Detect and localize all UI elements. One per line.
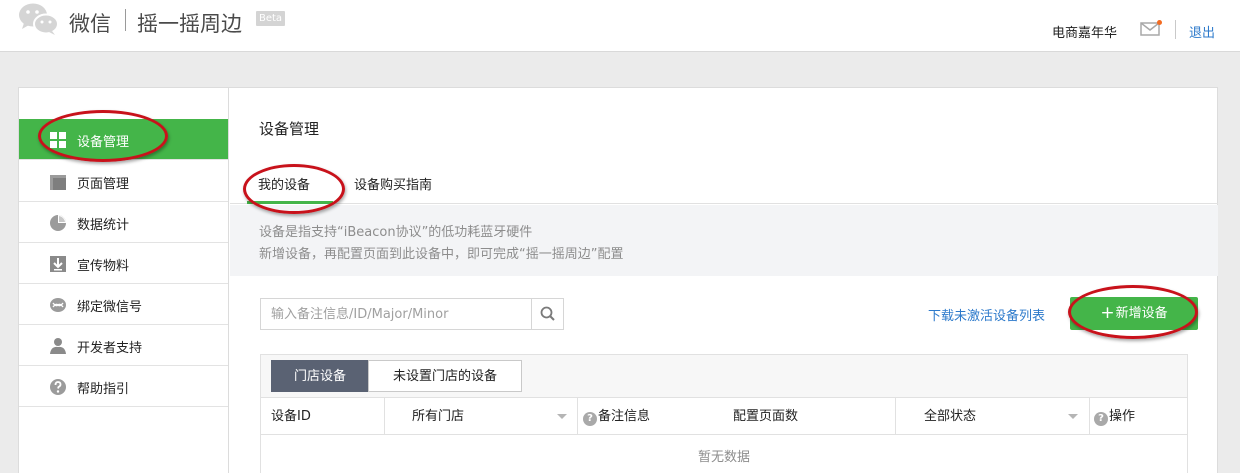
search-input[interactable] <box>261 299 531 329</box>
chevron-down-icon[interactable] <box>1068 414 1078 419</box>
column-divider <box>577 398 578 435</box>
sidebar-item-label: 帮助指引 <box>77 382 130 397</box>
beta-badge: Beta <box>256 11 286 26</box>
column-divider <box>384 398 385 435</box>
sidebar-item-bind-wechat[interactable]: 绑定微信号 <box>19 284 228 325</box>
notice-line-2: 新增设备，再配置页面到此设备中，即可完成“摇一摇周边”配置 <box>259 247 624 262</box>
content-container: 设备管理 页面管理 数据统计 宣传物料 绑定微信号 开发者支持 帮助指引 设备管… <box>18 87 1218 473</box>
sidebar-item-label: 绑定微信号 <box>77 300 143 315</box>
search-box <box>260 298 564 330</box>
logout-link[interactable]: 退出 <box>1189 22 1215 41</box>
main-content: 设备管理 我的设备 设备购买指南 设备是指支持“iBeacon协议”的低功耗蓝牙… <box>230 88 1218 473</box>
tab-purchase-guide[interactable]: 设备购买指南 <box>354 174 432 193</box>
sidebar-item-page-management[interactable]: 页面管理 <box>19 161 228 202</box>
column-remark: ? 备注信息 <box>583 398 650 435</box>
notice-line-1: 设备是指支持“iBeacon协议”的低功耗蓝牙硬件 <box>259 225 533 240</box>
sidebar-item-statistics[interactable]: 数据统计 <box>19 202 228 243</box>
download-icon <box>50 256 66 272</box>
column-actions-label: 操作 <box>1109 409 1136 424</box>
wechat-logo-icon <box>19 3 59 35</box>
mail-icon[interactable] <box>1140 20 1162 36</box>
tab-my-devices[interactable]: 我的设备 <box>258 174 310 193</box>
device-table-panel: 门店设备 未设置门店的设备 设备ID 所有门店 ? 备注信息 配置页面数 全部状态… <box>260 354 1188 473</box>
user-icon <box>50 338 66 354</box>
download-inactive-devices-link[interactable]: 下载未激活设备列表 <box>928 305 1045 324</box>
sidebar-item-label: 开发者支持 <box>77 341 143 356</box>
chevron-down-icon[interactable] <box>557 414 567 419</box>
header-divider <box>1175 20 1176 39</box>
help-icon[interactable]: ? <box>1094 412 1108 426</box>
sidebar-item-help[interactable]: 帮助指引 <box>19 366 228 407</box>
sidebar: 设备管理 页面管理 数据统计 宣传物料 绑定微信号 开发者支持 帮助指引 <box>19 88 229 473</box>
column-store-filter[interactable]: 所有门店 <box>412 398 464 435</box>
plus-icon: + <box>1100 303 1115 323</box>
sidebar-item-label: 数据统计 <box>77 218 130 233</box>
sidebar-item-promo-materials[interactable]: 宣传物料 <box>19 243 228 284</box>
grid-icon <box>50 132 66 148</box>
sub-tab-no-store-devices[interactable]: 未设置门店的设备 <box>368 360 522 392</box>
tab-bar: 我的设备 设备购买指南 <box>230 160 1218 204</box>
column-remark-label: 备注信息 <box>598 409 651 424</box>
column-device-id: 设备ID <box>271 409 311 424</box>
column-status-filter[interactable]: 全部状态 <box>924 398 976 435</box>
folder-icon <box>50 175 66 190</box>
sidebar-item-label: 宣传物料 <box>77 259 130 274</box>
add-device-label: 新增设备 <box>1115 306 1168 321</box>
active-tab-indicator <box>247 201 333 204</box>
sidebar-item-label: 设备管理 <box>77 135 130 150</box>
help-icon[interactable]: ? <box>583 412 597 426</box>
table-header: 设备ID 所有门店 ? 备注信息 配置页面数 全部状态 ? 操作 <box>261 397 1187 435</box>
empty-state-text: 暂无数据 <box>697 450 750 465</box>
help-icon <box>50 379 66 395</box>
top-header: 微信 摇一摇周边 Beta 电商嘉年华 退出 <box>0 0 1240 52</box>
info-notice: 设备是指支持“iBeacon协议”的低功耗蓝牙硬件 新增设备，再配置页面到此设备… <box>230 205 1218 276</box>
brand-divider <box>125 9 126 31</box>
column-page-count: 配置页面数 <box>733 409 799 424</box>
column-actions: ? 操作 <box>1094 398 1135 435</box>
page-title: 设备管理 <box>259 120 320 138</box>
brand-name: 微信 <box>69 12 111 36</box>
link-icon <box>50 298 66 312</box>
user-name[interactable]: 电商嘉年华 <box>1052 22 1117 41</box>
add-device-button[interactable]: +新增设备 <box>1070 297 1198 330</box>
search-icon <box>540 306 555 321</box>
sidebar-item-label: 页面管理 <box>77 177 130 192</box>
sub-tab-store-devices[interactable]: 门店设备 <box>271 360 369 392</box>
product-name: 摇一摇周边 <box>137 12 242 36</box>
sidebar-item-device-management[interactable]: 设备管理 <box>19 119 228 160</box>
sidebar-item-developer[interactable]: 开发者支持 <box>19 325 228 366</box>
table-empty-row: 暂无数据 <box>261 435 1187 473</box>
column-divider <box>895 398 896 435</box>
search-button[interactable] <box>531 299 563 329</box>
pie-chart-icon <box>50 215 66 231</box>
column-divider <box>1089 398 1090 435</box>
